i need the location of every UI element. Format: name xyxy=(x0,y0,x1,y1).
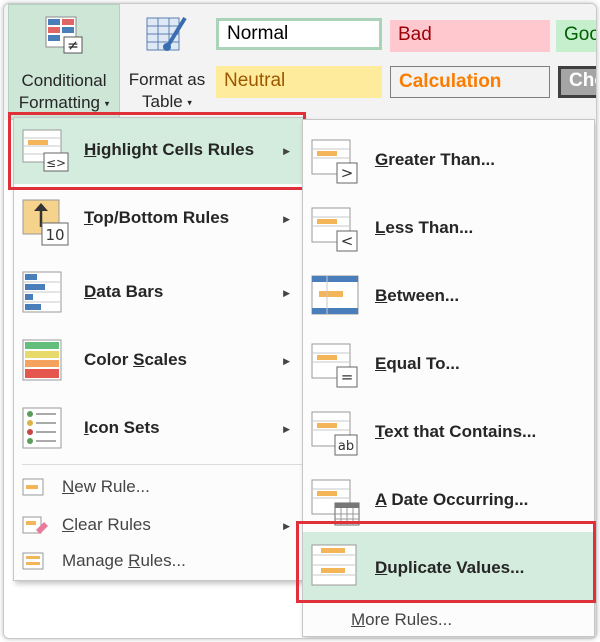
glyph: < xyxy=(341,232,354,250)
ribbon: ≠ Conditional Formatting ▾ Format as Tab… xyxy=(4,4,596,120)
chevron-down-icon: ▾ xyxy=(104,98,110,109)
menu-label: ore Rules... xyxy=(365,610,453,629)
equal-to-icon: = xyxy=(311,343,358,388)
style-bad[interactable]: Bad xyxy=(390,20,550,52)
conditional-formatting-button[interactable]: ≠ Conditional Formatting ▾ xyxy=(8,4,120,120)
conditional-formatting-icon: ≠ xyxy=(45,16,83,54)
chevron-down-icon: ▾ xyxy=(187,97,192,108)
menu-label: con Sets xyxy=(88,418,160,437)
fat-label-line2: Table xyxy=(142,92,183,111)
menu-label-accel: T xyxy=(375,422,385,441)
top-bottom-icon: 10 xyxy=(22,199,69,246)
menu-item-manage-rules[interactable]: Manage Rules... xyxy=(14,544,304,578)
glyph: ab xyxy=(338,439,354,454)
menu-label-accel: C xyxy=(62,515,75,534)
menu-item-color-scales[interactable]: Color Scales ▶ xyxy=(14,328,304,394)
less-than-icon: < xyxy=(311,207,358,252)
data-bars-icon xyxy=(22,271,62,313)
chevron-right-icon: ▶ xyxy=(283,521,290,531)
conditional-formatting-menu: ≤> Highlight Cells Rules ▶ 10 Top/Bottom… xyxy=(13,117,305,581)
menu-item-new-rule[interactable]: New Rule... xyxy=(14,470,304,504)
greater-than-icon: > xyxy=(311,139,358,184)
menu-label-accel: R xyxy=(128,551,141,570)
svg-text:≤>: ≤> xyxy=(46,156,66,170)
menu-item-icon-sets[interactable]: Icon Sets ▶ xyxy=(14,396,304,462)
fat-label-line1: Format as xyxy=(128,70,206,89)
menu-label: reater Than... xyxy=(388,150,495,169)
style-normal[interactable]: Normal xyxy=(216,18,382,50)
new-rule-icon xyxy=(22,478,44,496)
submenu-item-a-date-occurring[interactable]: A Date Occurring... xyxy=(303,468,594,534)
menu-label: ighlight Cells Rules xyxy=(96,140,255,159)
submenu-item-duplicate-values[interactable]: Duplicate Values... xyxy=(303,532,594,602)
style-check-cell[interactable]: Che xyxy=(558,66,596,98)
submenu-item-between[interactable]: Between... xyxy=(303,264,594,330)
clear-rules-icon xyxy=(22,516,48,534)
menu-label-accel: A xyxy=(375,490,387,509)
menu-label-accel: S xyxy=(133,350,145,369)
menu-item-data-bars[interactable]: Data Bars ▶ xyxy=(14,260,304,326)
menu-label-accel: D xyxy=(375,558,388,577)
menu-item-highlight-cells-rules[interactable]: ≤> Highlight Cells Rules ▶ xyxy=(14,118,304,184)
menu-label-accel: T xyxy=(84,208,94,227)
menu-item-clear-rules[interactable]: Clear Rules ▶ xyxy=(14,508,304,542)
menu-label-pre: Manage xyxy=(62,551,129,570)
cf-label-line1: Conditional xyxy=(21,71,107,90)
menu-label-accel: G xyxy=(375,150,389,169)
text-contains-icon: ab xyxy=(311,411,358,456)
menu-label: ata Bars xyxy=(96,282,164,301)
menu-label-accel: N xyxy=(62,477,75,496)
between-icon xyxy=(311,275,359,315)
screenshot-frame: ≠ Conditional Formatting ▾ Format as Tab… xyxy=(3,3,597,639)
glyph: > xyxy=(341,164,354,182)
menu-label-pre: Color xyxy=(84,350,134,369)
format-as-table-icon xyxy=(146,16,187,51)
svg-text:≠: ≠ xyxy=(67,38,79,54)
chevron-right-icon: ▶ xyxy=(283,214,290,224)
menu-label: op/Bottom Rules xyxy=(93,208,230,227)
submenu-item-greater-than[interactable]: > Greater Than... xyxy=(303,128,594,194)
submenu-item-less-than[interactable]: < Less Than... xyxy=(303,196,594,262)
color-scales-icon xyxy=(22,339,62,381)
highlight-cells-rules-submenu: > Greater Than... < Less Than... Between… xyxy=(302,119,595,637)
menu-label-accel: M xyxy=(351,610,366,629)
menu-separator xyxy=(22,464,304,465)
menu-label-accel: D xyxy=(84,282,97,301)
style-neutral[interactable]: Neutral xyxy=(216,66,382,98)
submenu-item-equal-to[interactable]: = Equal To... xyxy=(303,332,594,398)
date-occurring-icon xyxy=(311,479,360,526)
glyph: = xyxy=(341,368,354,386)
svg-text:10: 10 xyxy=(45,226,64,244)
menu-label: Date Occurring... xyxy=(386,490,529,509)
menu-label: lear Rules xyxy=(74,515,151,534)
menu-label-accel: E xyxy=(375,354,387,373)
menu-label: etween... xyxy=(387,286,460,305)
cf-label-line2: Formatting xyxy=(18,93,100,112)
menu-label: ules... xyxy=(140,551,186,570)
chevron-right-icon: ▶ xyxy=(283,424,290,434)
manage-rules-icon xyxy=(22,552,44,570)
menu-label: uplicate Values... xyxy=(387,558,525,577)
chevron-right-icon: ▶ xyxy=(283,146,290,156)
menu-label: qual To... xyxy=(386,354,460,373)
menu-label-accel: L xyxy=(375,218,386,237)
submenu-item-text-that-contains[interactable]: ab Text that Contains... xyxy=(303,400,594,466)
highlight-cells-icon: ≤> xyxy=(22,129,69,172)
icon-sets-icon xyxy=(22,407,62,449)
menu-label: ew Rule... xyxy=(74,477,150,496)
menu-label: ext that Contains... xyxy=(384,422,537,441)
menu-label-accel: B xyxy=(375,286,388,305)
chevron-right-icon: ▶ xyxy=(283,356,290,366)
submenu-item-more-rules[interactable]: More Rules... xyxy=(303,604,594,638)
menu-item-top-bottom-rules[interactable]: 10 Top/Bottom Rules ▶ xyxy=(14,188,304,254)
duplicate-values-icon xyxy=(311,544,357,586)
format-as-table-button[interactable]: Format as Table ▾ xyxy=(122,4,212,120)
cell-styles-gallery: Normal Bad Goo Neutral Calculation Che xyxy=(216,12,596,116)
chevron-right-icon: ▶ xyxy=(283,288,290,298)
menu-label: ess Than... xyxy=(385,218,474,237)
menu-label-accel: H xyxy=(84,140,97,159)
style-calculation[interactable]: Calculation xyxy=(390,66,550,98)
style-good[interactable]: Goo xyxy=(556,20,596,52)
menu-label: cales xyxy=(144,350,187,369)
